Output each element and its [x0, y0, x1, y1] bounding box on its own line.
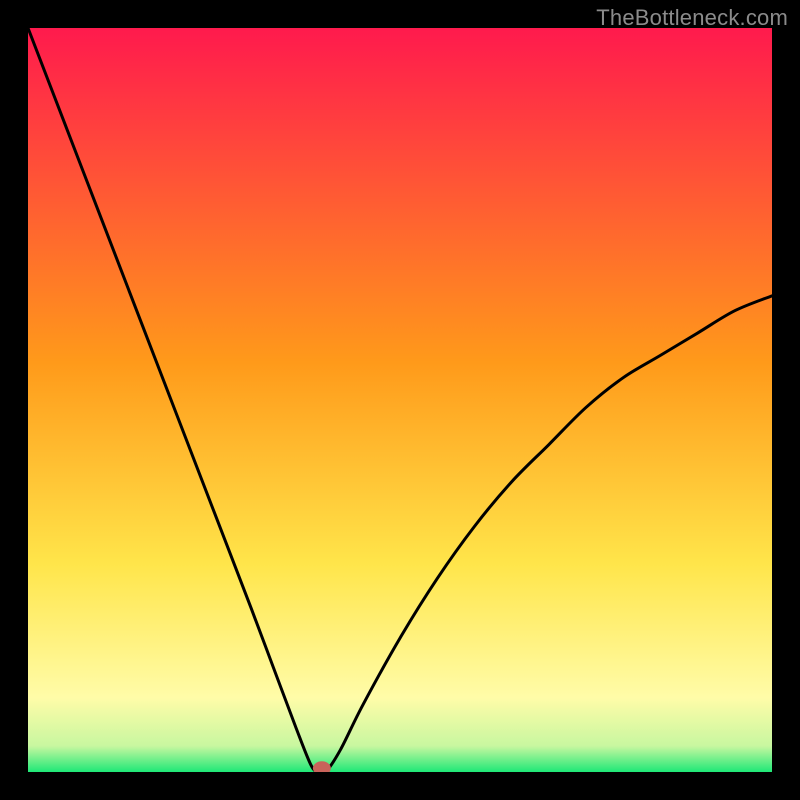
chart-svg — [28, 28, 772, 772]
watermark-text: TheBottleneck.com — [596, 5, 788, 31]
gradient-background — [28, 28, 772, 772]
plot-area — [28, 28, 772, 772]
chart-frame: TheBottleneck.com — [0, 0, 800, 800]
